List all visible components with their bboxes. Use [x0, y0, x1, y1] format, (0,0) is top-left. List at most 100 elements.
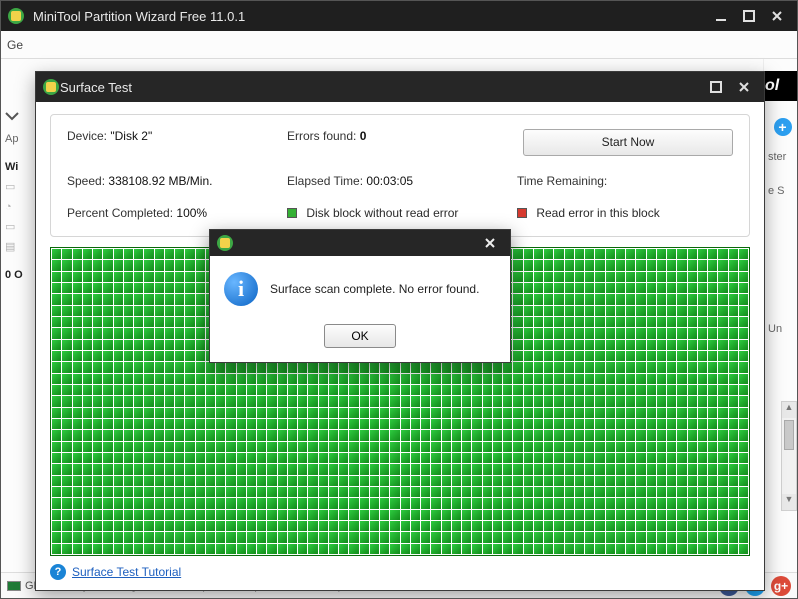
disk-block — [688, 374, 697, 384]
disk-block — [667, 498, 676, 508]
disk-block — [144, 544, 153, 554]
minimize-button[interactable] — [707, 5, 735, 27]
disk-block — [657, 249, 666, 259]
disk-block — [452, 498, 461, 508]
alert-titlebar[interactable] — [210, 230, 510, 256]
disk-block — [636, 283, 645, 293]
disk-block — [729, 453, 738, 463]
disk-block — [103, 430, 112, 440]
disk-block — [595, 396, 604, 406]
disk-block — [62, 249, 71, 259]
elapsed-field: Elapsed Time: 00:03:05 — [287, 174, 507, 188]
disk-block — [565, 260, 574, 270]
disk-block — [698, 306, 707, 316]
disk-block — [226, 544, 235, 554]
disk-block — [52, 249, 61, 259]
scroll-thumb[interactable] — [784, 420, 794, 450]
disk-block — [595, 521, 604, 531]
disk-block — [431, 442, 440, 452]
disk-block — [534, 306, 543, 316]
disk-block — [606, 510, 615, 520]
disk-block — [411, 521, 420, 531]
disk-block — [165, 408, 174, 418]
plus-icon[interactable]: + — [774, 118, 792, 136]
googleplus-icon[interactable]: g+ — [771, 576, 791, 596]
disk-block — [626, 498, 635, 508]
close-button[interactable] — [763, 5, 791, 27]
disk-block — [544, 408, 553, 418]
disk-block — [554, 260, 563, 270]
disk-block — [339, 396, 348, 406]
disk-block — [708, 408, 717, 418]
disk-block — [257, 419, 266, 429]
disk-block — [657, 272, 666, 282]
disk-block — [62, 396, 71, 406]
disk-block — [103, 453, 112, 463]
surface-close-button[interactable] — [730, 76, 758, 98]
disk-block — [513, 306, 522, 316]
disk-block — [165, 351, 174, 361]
disk-block — [155, 487, 164, 497]
disk-block — [308, 362, 317, 372]
disk-block — [339, 385, 348, 395]
disk-block — [472, 408, 481, 418]
menubar-text[interactable]: Ge — [7, 38, 23, 52]
disk-block — [124, 532, 133, 542]
disk-block — [278, 464, 287, 474]
disk-block — [114, 294, 123, 304]
surface-titlebar[interactable]: Surface Test — [36, 72, 764, 102]
disk-block — [554, 476, 563, 486]
disk-block — [513, 272, 522, 282]
surface-maximize-button[interactable] — [702, 76, 730, 98]
disk-block — [165, 328, 174, 338]
disk-block — [616, 249, 625, 259]
disk-block — [73, 544, 82, 554]
disk-block — [472, 374, 481, 384]
disk-block — [503, 544, 512, 554]
scroll-down-button[interactable]: ▼ — [782, 494, 796, 510]
disk-block — [185, 283, 194, 293]
disk-block — [688, 430, 697, 440]
disk-block — [688, 328, 697, 338]
disk-block — [688, 498, 697, 508]
tutorial-link[interactable]: Surface Test Tutorial — [72, 565, 181, 579]
disk-block — [606, 340, 615, 350]
disk-block — [360, 532, 369, 542]
disk-block — [237, 430, 246, 440]
disk-block — [401, 498, 410, 508]
disk-block — [626, 408, 635, 418]
disk-block — [103, 498, 112, 508]
start-now-button[interactable]: Start Now — [523, 129, 733, 156]
disk-block — [739, 408, 748, 418]
disk-block — [636, 408, 645, 418]
disk-block — [688, 351, 697, 361]
disk-block — [585, 260, 594, 270]
scrollbar[interactable]: ▲ ▼ — [781, 401, 797, 511]
app-body: Ge ol Ap Wi ▭ ◔ ▭ ▤ 0 O + ster e S Un ▲ — [1, 31, 797, 598]
ok-button[interactable]: OK — [324, 324, 396, 348]
disk-block — [411, 362, 420, 372]
disk-block — [688, 453, 697, 463]
disk-block — [370, 498, 379, 508]
disk-block — [585, 464, 594, 474]
disk-block — [175, 442, 184, 452]
disk-block — [626, 317, 635, 327]
disk-block — [718, 430, 727, 440]
disk-block — [483, 396, 492, 406]
disk-block — [411, 532, 420, 542]
disk-block — [185, 487, 194, 497]
maximize-button[interactable] — [735, 5, 763, 27]
disk-block — [431, 498, 440, 508]
disk-block — [524, 374, 533, 384]
alert-close-button[interactable] — [476, 232, 504, 254]
scroll-up-button[interactable]: ▲ — [782, 402, 796, 418]
app-titlebar[interactable]: MiniTool Partition Wizard Free 11.0.1 — [1, 1, 797, 31]
disk-block — [175, 498, 184, 508]
disk-block — [544, 249, 553, 259]
disk-block — [677, 385, 686, 395]
disk-block — [698, 249, 707, 259]
disk-block — [667, 249, 676, 259]
disk-block — [155, 374, 164, 384]
disk-block — [124, 294, 133, 304]
disk-block — [616, 385, 625, 395]
